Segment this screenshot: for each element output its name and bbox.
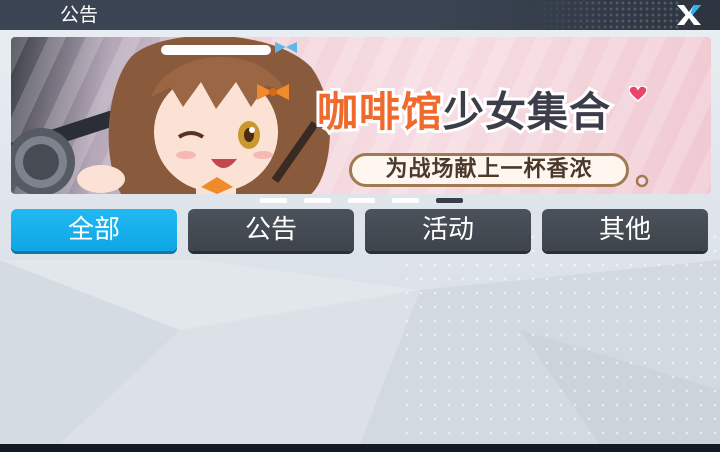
bottom-strip [0,444,720,452]
close-icon [677,5,701,25]
page-dot-active[interactable] [436,198,463,203]
announcement-window: 公告 咖啡馆少女集合 为战场献上一杯香浓 全部 公告 活动 其他 [0,0,720,452]
banner-subtitle: 为战场献上一杯香浓 [385,157,593,182]
banner-title-part1: 咖啡馆 [314,86,445,138]
close-button[interactable] [674,2,704,28]
tab-other[interactable]: 其他 [542,209,708,251]
banner-character-illustration [11,37,330,194]
heart-icon [629,86,647,102]
panel-dot-pattern [400,230,720,444]
event-banner[interactable]: 咖啡馆少女集合 为战场献上一杯香浓 [11,37,711,194]
ring-decoration-icon [635,174,649,188]
tab-announcements[interactable]: 公告 [188,209,354,251]
page-dot[interactable] [392,198,419,203]
page-dot[interactable] [260,198,287,203]
banner-subtitle-box: 为战场献上一杯香浓 [349,153,629,187]
titlebar-dot-pattern [530,0,680,30]
tab-events[interactable]: 活动 [365,209,531,251]
banner-title: 咖啡馆少女集合 [314,86,613,138]
page-dot[interactable] [348,198,375,203]
banner-title-part2: 少女集合 [440,86,613,138]
window-title: 公告 [60,4,99,26]
tab-all[interactable]: 全部 [11,209,177,251]
page-dot[interactable] [304,198,331,203]
title-bar: 公告 [0,0,720,30]
